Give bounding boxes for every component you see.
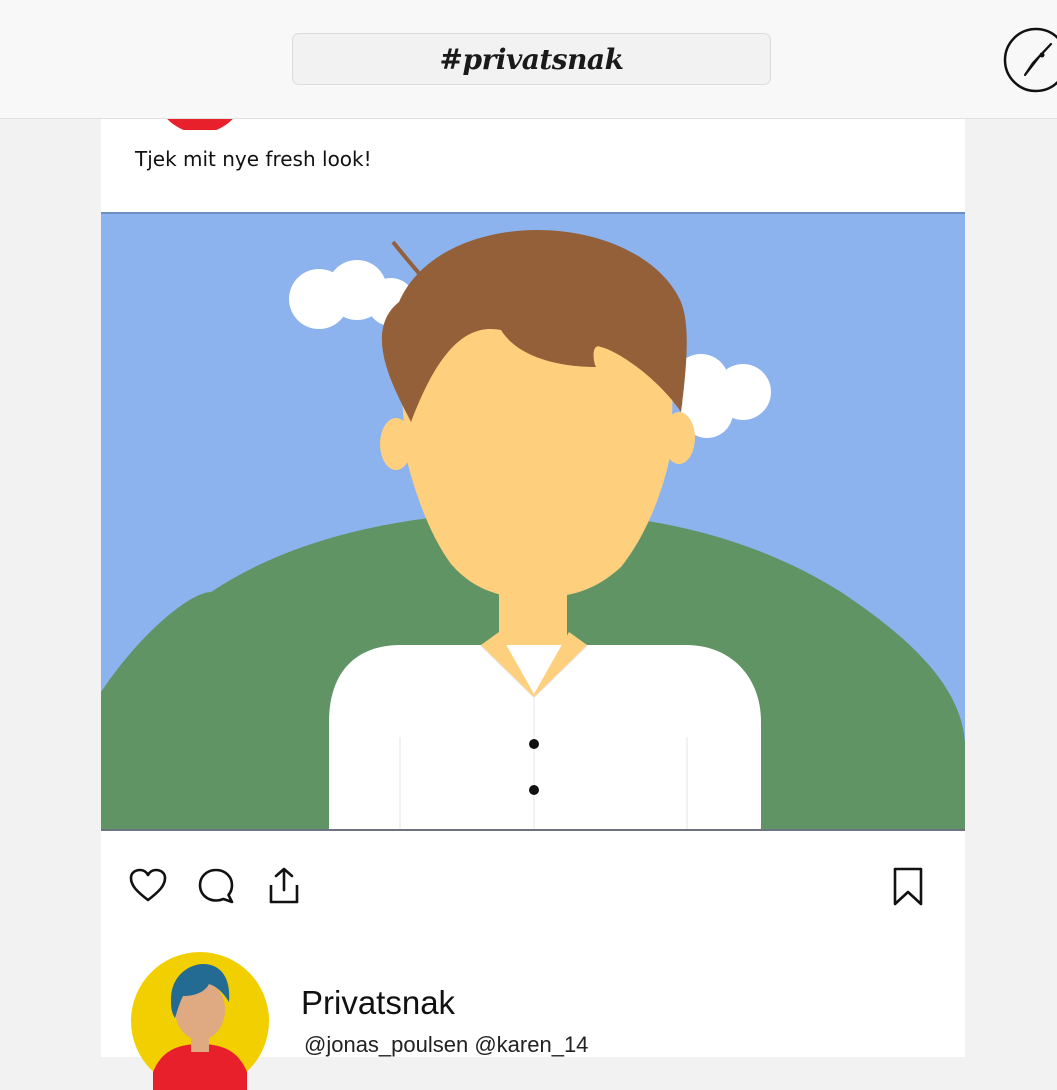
profile-avatar[interactable]	[131, 952, 269, 1090]
top-bar: #privatsnak	[0, 0, 1057, 119]
profile-tags[interactable]: @jonas_poulsen @karen_14	[304, 1032, 588, 1058]
search-bar[interactable]: #privatsnak	[292, 33, 771, 85]
post-caption: Tjek mit nye fresh look!	[135, 147, 372, 171]
share-icon[interactable]	[264, 866, 304, 906]
compass-icon[interactable]	[1003, 27, 1057, 93]
comment-icon[interactable]	[196, 866, 236, 906]
heart-icon[interactable]	[128, 866, 168, 906]
bookmark-icon[interactable]	[888, 866, 928, 906]
profile-name[interactable]: Privatsnak	[301, 984, 455, 1022]
post-image[interactable]	[101, 212, 965, 831]
search-query: #privatsnak	[439, 42, 624, 76]
action-bar	[0, 860, 1057, 920]
